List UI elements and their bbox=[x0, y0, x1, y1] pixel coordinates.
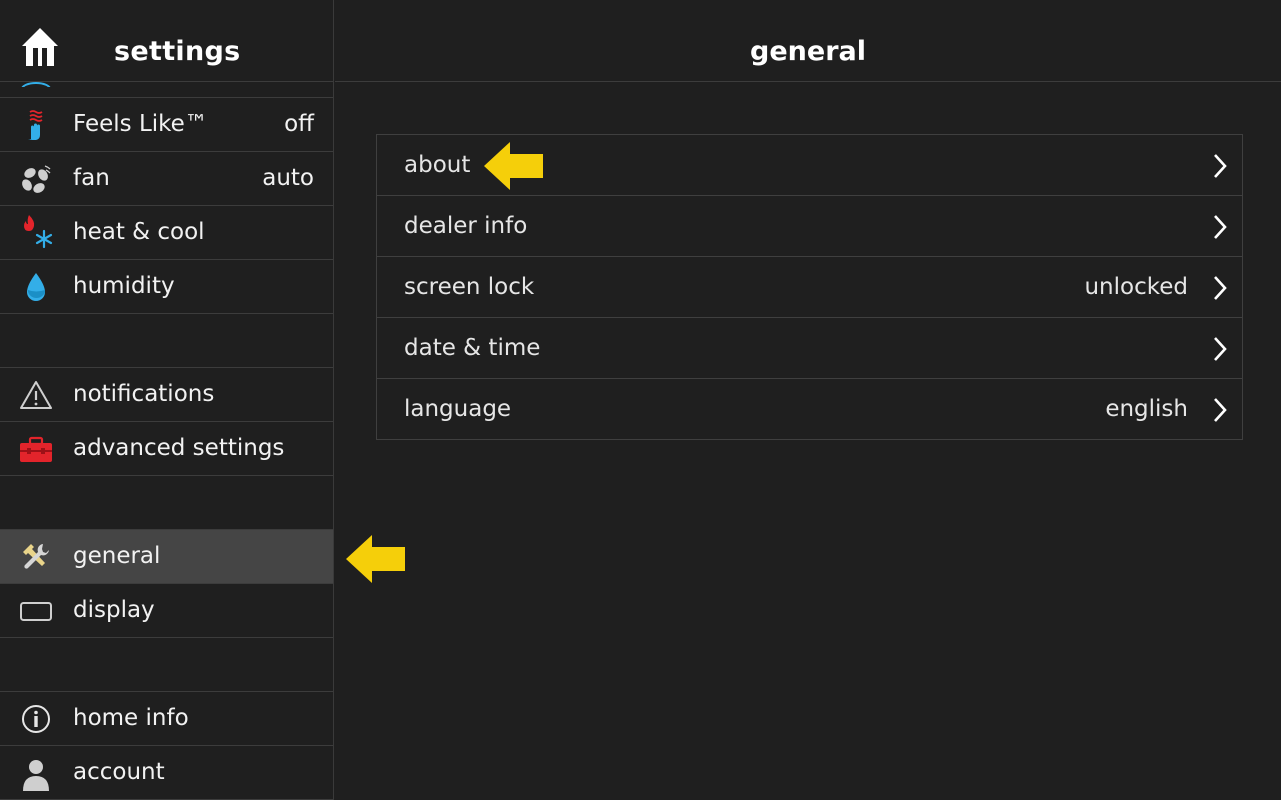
setting-row-dealer-info[interactable]: dealer info bbox=[377, 196, 1242, 257]
sidebar-item-label: account bbox=[73, 759, 165, 785]
feels-like-icon bbox=[19, 109, 53, 141]
info-icon bbox=[19, 703, 53, 735]
sidebar-item-general[interactable]: general bbox=[0, 530, 333, 584]
sidebar-item-label: notifications bbox=[73, 381, 215, 407]
warning-icon bbox=[19, 379, 53, 411]
sidebar-item-label: advanced settings bbox=[73, 435, 285, 461]
sidebar-item-value: off bbox=[284, 111, 314, 137]
sidebar-item-label: display bbox=[73, 597, 155, 623]
annotation-arrow-icon bbox=[346, 535, 406, 583]
main-header: general bbox=[335, 0, 1281, 82]
setting-label: screen lock bbox=[404, 274, 535, 300]
sidebar-item-fan[interactable]: fan auto bbox=[0, 152, 333, 206]
page-title: general bbox=[750, 36, 866, 67]
sidebar-spacer bbox=[0, 314, 333, 368]
sidebar-item-notifications[interactable]: notifications bbox=[0, 368, 333, 422]
sidebar-item-label: humidity bbox=[73, 273, 175, 299]
setting-row-language[interactable]: language english bbox=[377, 379, 1242, 439]
sidebar-title: settings bbox=[114, 36, 241, 67]
setting-value: unlocked bbox=[1084, 274, 1188, 300]
setting-value: english bbox=[1105, 396, 1188, 422]
setting-label: dealer info bbox=[404, 213, 528, 239]
setting-row-date-time[interactable]: date & time bbox=[377, 318, 1242, 379]
user-icon bbox=[19, 757, 53, 791]
setting-label: date & time bbox=[404, 335, 541, 361]
chevron-right-icon bbox=[1212, 397, 1228, 423]
sidebar-item-account[interactable]: account bbox=[0, 746, 333, 800]
sidebar-item-label: fan bbox=[73, 165, 110, 191]
toolbox-icon bbox=[19, 433, 53, 465]
sidebar-item-label: general bbox=[73, 543, 161, 569]
setting-row-screen-lock[interactable]: screen lock unlocked bbox=[377, 257, 1242, 318]
tools-icon bbox=[19, 541, 53, 573]
humidity-icon bbox=[19, 271, 53, 303]
sidebar-item-feels-like[interactable]: Feels Like™ off bbox=[0, 98, 333, 152]
sidebar-list: away Feels Like™ off bbox=[0, 44, 333, 800]
sidebar-spacer bbox=[0, 476, 333, 530]
sidebar-item-advanced-settings[interactable]: advanced settings bbox=[0, 422, 333, 476]
setting-label: about bbox=[404, 152, 471, 178]
sidebar-item-home-info[interactable]: home info bbox=[0, 692, 333, 746]
sidebar-item-label: heat & cool bbox=[73, 219, 205, 245]
sidebar-item-label: Feels Like™ bbox=[73, 111, 208, 137]
heat-cool-icon bbox=[19, 215, 53, 249]
sidebar-item-display[interactable]: display bbox=[0, 584, 333, 638]
chevron-right-icon bbox=[1212, 275, 1228, 301]
chevron-right-icon bbox=[1212, 153, 1228, 179]
sidebar-item-label: home info bbox=[73, 705, 189, 731]
sidebar-header: settings bbox=[0, 0, 333, 82]
annotation-arrow-icon bbox=[484, 142, 544, 190]
home-icon[interactable] bbox=[18, 26, 62, 70]
sidebar-spacer bbox=[0, 638, 333, 692]
sidebar-item-humidity[interactable]: humidity bbox=[0, 260, 333, 314]
display-icon bbox=[19, 595, 53, 627]
chevron-right-icon bbox=[1212, 336, 1228, 362]
sidebar-item-heat-cool[interactable]: heat & cool bbox=[0, 206, 333, 260]
sidebar: away Feels Like™ off bbox=[0, 0, 334, 800]
sidebar-item-value: auto bbox=[262, 165, 314, 191]
fan-icon bbox=[19, 163, 53, 195]
chevron-right-icon bbox=[1212, 214, 1228, 240]
setting-label: language bbox=[404, 396, 512, 422]
